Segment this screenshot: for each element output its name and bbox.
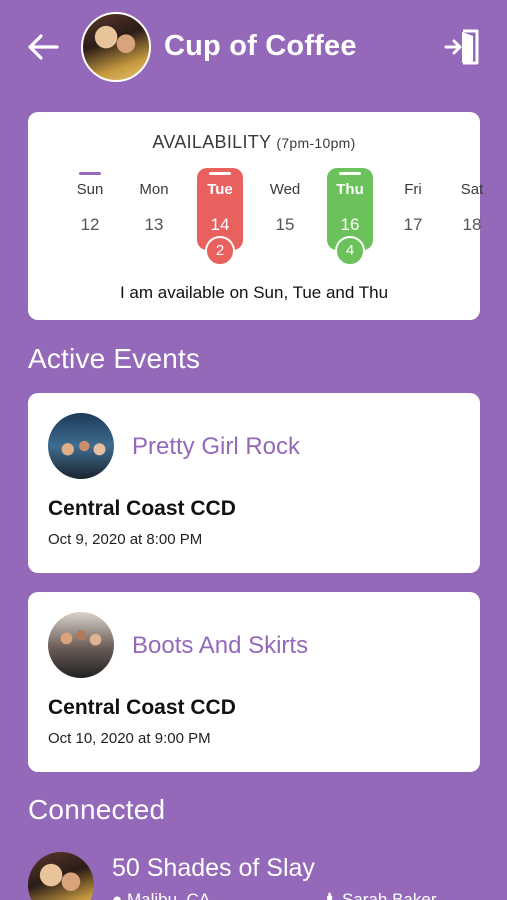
day-name: Mon bbox=[139, 181, 169, 198]
event-venue: Central Coast CCD bbox=[48, 696, 236, 719]
day-number: 12 bbox=[80, 215, 100, 234]
connected-heading: Connected bbox=[28, 794, 166, 825]
day-tue[interactable]: Tue 14 2 bbox=[197, 168, 243, 266]
page-title: Cup of Coffee bbox=[164, 30, 357, 62]
event-name: Pretty Girl Rock bbox=[132, 433, 301, 460]
exit-button[interactable] bbox=[443, 28, 481, 66]
event-card[interactable]: Boots And Skirts Central Coast CCD Oct 1… bbox=[28, 592, 480, 772]
day-sun[interactable]: Sun 12 bbox=[67, 168, 113, 250]
day-number: 17 bbox=[403, 215, 423, 234]
day-thu[interactable]: Thu 16 4 bbox=[327, 168, 373, 266]
day-number: 13 bbox=[144, 215, 164, 234]
event-avatar bbox=[48, 413, 114, 479]
day-count-badge: 2 bbox=[205, 236, 235, 266]
exit-door-icon bbox=[444, 29, 479, 65]
person-icon: ♟ bbox=[322, 890, 338, 900]
day-marker bbox=[339, 172, 361, 175]
day-mon[interactable]: Mon 13 bbox=[131, 168, 177, 250]
connected-location: ● Malibu, CA bbox=[112, 890, 210, 900]
active-events-heading: Active Events bbox=[28, 343, 201, 374]
connected-location-text: Malibu, CA bbox=[127, 890, 211, 900]
day-name: Sat bbox=[460, 181, 484, 198]
day-name: Wed bbox=[269, 181, 301, 198]
event-card[interactable]: Pretty Girl Rock Central Coast CCD Oct 9… bbox=[28, 393, 480, 573]
day-count-badge: 4 bbox=[335, 236, 365, 266]
day-marker bbox=[79, 172, 101, 175]
day-name: Thu bbox=[336, 181, 364, 198]
availability-summary: I am available on Sun, Tue and Thu bbox=[119, 283, 389, 302]
connected-group-name[interactable]: 50 Shades of Slay bbox=[112, 854, 315, 883]
day-sat[interactable]: Sat 18 bbox=[449, 168, 495, 250]
day-number: 14 bbox=[210, 215, 230, 234]
group-avatar[interactable] bbox=[81, 12, 151, 82]
availability-card: AVAILABILITY (7pm-10pm) Sun 12 Mon 13 Tue 14 2… bbox=[28, 112, 483, 320]
connected-members-text: Sarah Baker bbox=[341, 890, 437, 900]
day-name: Sun bbox=[76, 181, 104, 198]
day-marker bbox=[209, 172, 231, 175]
day-fri[interactable]: Fri 17 bbox=[390, 168, 436, 250]
event-avatar bbox=[48, 612, 114, 678]
availability-label: AVAILABILITY bbox=[152, 132, 272, 152]
back-button[interactable] bbox=[26, 30, 60, 64]
connected-members: ♟ Sarah Baker bbox=[322, 890, 436, 900]
app-header: Cup of Coffee bbox=[0, 0, 507, 96]
day-wed[interactable]: Wed 15 bbox=[262, 168, 308, 250]
day-number: 18 bbox=[462, 215, 482, 234]
day-picker: Sun 12 Mon 13 Tue 14 2 Wed 15 Thu 16 4 Fri 17 Sat 18 bbox=[28, 168, 483, 278]
connected-group-avatar[interactable] bbox=[28, 852, 94, 900]
availability-hours: (7pm-10pm) bbox=[276, 135, 356, 151]
arrow-left-icon bbox=[28, 34, 59, 60]
location-pin-icon: ● bbox=[112, 890, 123, 900]
event-date: Oct 10, 2020 at 9:00 PM bbox=[48, 730, 211, 747]
event-name: Boots And Skirts bbox=[132, 632, 309, 659]
event-venue: Central Coast CCD bbox=[48, 497, 236, 520]
event-date: Oct 9, 2020 at 8:00 PM bbox=[48, 531, 203, 548]
day-number: 16 bbox=[340, 215, 360, 234]
day-number: 15 bbox=[275, 215, 295, 234]
day-name: Fri bbox=[404, 181, 422, 198]
day-name: Tue bbox=[207, 181, 233, 198]
availability-title: AVAILABILITY (7pm-10pm) bbox=[28, 132, 480, 153]
